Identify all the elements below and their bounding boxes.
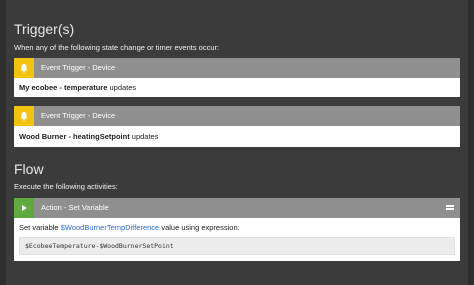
action-text-suffix: value using expression: <box>159 223 240 232</box>
trigger-card-title: Event Trigger - Device <box>41 111 116 120</box>
trigger-device-name: Wood Burner <box>19 132 67 141</box>
trigger-suffix: updates <box>107 83 137 92</box>
trigger-card-header[interactable]: Event Trigger - Device <box>14 58 460 78</box>
trigger-card-title: Event Trigger - Device <box>41 63 116 72</box>
trigger-attribute: temperature <box>64 83 108 92</box>
trigger-description: My ecobee - temperature updates <box>14 78 460 97</box>
action-card-header[interactable]: Action - Set Variable <box>14 198 460 218</box>
action-description: Set variable $WoodBurnerTempDifference v… <box>19 223 455 233</box>
expression-field[interactable]: $EcobeeTemperature-$WoodBurnerSetPoint <box>19 237 455 255</box>
menu-icon[interactable] <box>446 205 454 211</box>
trigger-suffix: updates <box>129 132 159 141</box>
trigger-description: Wood Burner - heatingSetpoint updates <box>14 126 460 147</box>
triggers-description: When any of the following state change o… <box>14 43 220 52</box>
play-icon <box>14 198 34 218</box>
bell-icon <box>14 58 34 78</box>
variable-link[interactable]: $WoodBurnerTempDifference <box>61 223 160 232</box>
flow-description: Execute the following activities: <box>14 182 118 191</box>
trigger-attribute: heatingSetpoint <box>73 132 130 141</box>
trigger-card-header[interactable]: Event Trigger - Device <box>14 106 460 126</box>
trigger-device-name: My ecobee <box>19 83 58 92</box>
trigger-card[interactable]: Event Trigger - Device Wood Burner - hea… <box>14 106 460 147</box>
trigger-card[interactable]: Event Trigger - Device My ecobee - tempe… <box>14 58 460 97</box>
action-card-title: Action - Set Variable <box>41 203 109 212</box>
action-text-prefix: Set variable <box>19 223 61 232</box>
action-body: Set variable $WoodBurnerTempDifference v… <box>14 218 460 261</box>
triggers-heading: Trigger(s) <box>14 21 75 37</box>
flow-heading: Flow <box>14 161 44 177</box>
bell-icon <box>14 106 34 126</box>
action-card[interactable]: Action - Set Variable Set variable $Wood… <box>14 198 460 261</box>
